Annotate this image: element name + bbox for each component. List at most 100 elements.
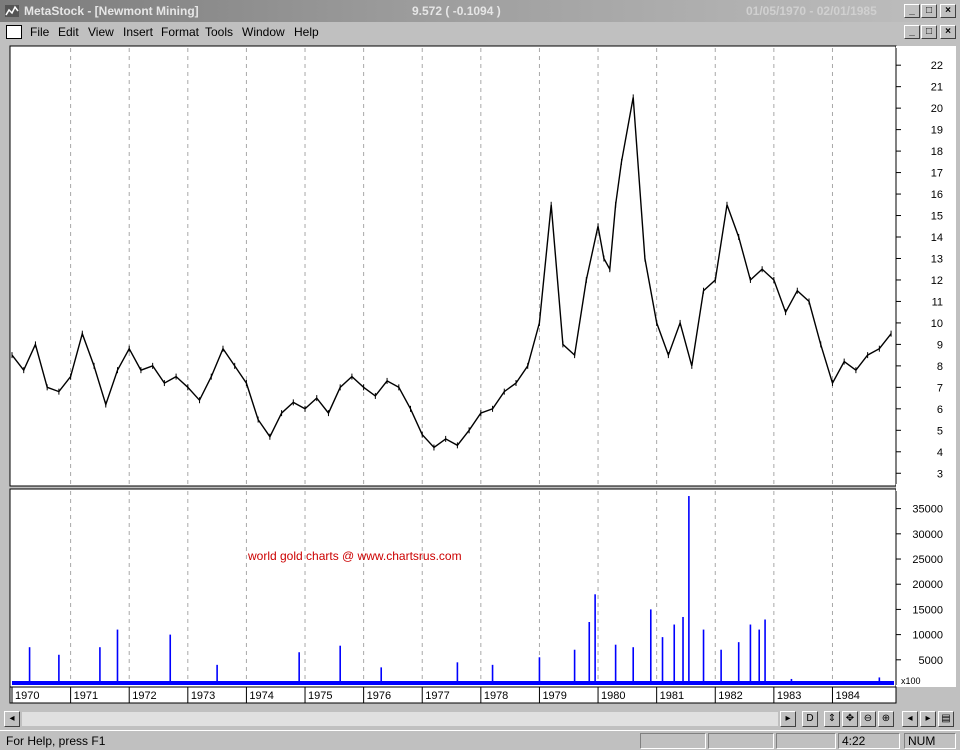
menu-window[interactable]: Window (242, 25, 285, 39)
watermark-text: world gold charts @ www.chartsrus.com (247, 549, 462, 563)
volume-unit-label: x100 (901, 676, 921, 686)
volume-bar-7 (339, 645, 341, 685)
status-cell-empty-2 (708, 733, 774, 749)
volume-bar-4 (169, 634, 172, 685)
price-y-label-11: 11 (932, 296, 943, 308)
x-tick-label-1972: 1972 (132, 690, 156, 702)
price-y-label-15: 15 (931, 211, 943, 223)
menu-insert[interactable]: Insert (123, 25, 153, 39)
volume-bar-2 (99, 647, 101, 685)
volume-bar-30 (878, 677, 881, 685)
price-y-label-22: 22 (931, 60, 943, 72)
volume-bar-25 (749, 624, 752, 685)
volume-bar-5 (216, 664, 218, 685)
volume-panel[interactable] (9, 488, 897, 688)
volume-bar-22 (702, 629, 705, 685)
price-y-label-7: 7 (937, 382, 943, 394)
volume-y-label-35000: 35000 (912, 504, 943, 516)
date-range: 01/05/1970 - 02/01/1985 (746, 4, 877, 18)
menu-edit[interactable]: Edit (58, 25, 79, 39)
volume-bar-10 (491, 664, 494, 685)
pan-icon[interactable]: ✥ (842, 711, 858, 727)
page-right-icon[interactable]: ▸ (920, 711, 936, 727)
price-y-label-6: 6 (937, 404, 943, 416)
x-tick-label-1982: 1982 (718, 690, 742, 702)
price-y-label-4: 4 (937, 447, 943, 459)
metastock-app-icon[interactable] (4, 3, 20, 19)
window-title: MetaStock - [Newmont Mining] (24, 4, 199, 18)
layout-icon[interactable]: ▤ (938, 711, 954, 727)
menu-file[interactable]: File (30, 25, 49, 39)
price-y-label-12: 12 (931, 275, 943, 287)
volume-bar-24 (737, 642, 740, 685)
volume-bar-6 (298, 652, 300, 685)
volume-bar-1 (58, 654, 60, 685)
price-y-label-14: 14 (931, 232, 943, 244)
volume-bar-15 (614, 644, 617, 685)
chart-canvas[interactable]: 1970 1971 1972 1973 1974 1975 1976 1977 1978 1979… (0, 44, 960, 708)
price-y-label-20: 20 (931, 103, 943, 115)
volume-bar-28 (790, 678, 793, 685)
x-tick-label-1984: 1984 (835, 690, 859, 702)
x-tick-label-1978: 1978 (484, 690, 508, 702)
maximize-button[interactable]: □ (921, 4, 937, 18)
volume-bar-18 (661, 637, 664, 685)
price-y-label-19: 19 (931, 125, 943, 137)
zoom-in-icon[interactable]: ⊕ (878, 711, 894, 727)
price-y-label-17: 17 (931, 168, 943, 180)
volume-bar-26 (758, 629, 761, 685)
title-bar: MetaStock - [Newmont Mining] 9.572 ( -0.… (0, 0, 960, 22)
price-y-label-21: 21 (931, 82, 943, 94)
volume-y-label-10000: 10000 (912, 630, 943, 642)
vertical-zoom-icon[interactable]: ⇕ (824, 711, 840, 727)
volume-bar-17 (649, 609, 652, 685)
volume-bar-8 (380, 667, 383, 685)
x-tick-label-1971: 1971 (74, 690, 98, 702)
zoom-out-icon[interactable]: ⊖ (860, 711, 876, 727)
status-time: 4:22 (838, 733, 900, 749)
page-left-icon[interactable]: ◂ (902, 711, 918, 727)
menu-tools[interactable]: Tools (205, 25, 233, 39)
x-tick-label-1977: 1977 (425, 690, 449, 702)
volume-bar-12 (573, 649, 576, 685)
price-y-label-8: 8 (937, 361, 943, 373)
scroll-right-icon[interactable]: ▸ (780, 711, 796, 727)
display-mode-button[interactable]: D (802, 711, 818, 727)
doc-close-button[interactable]: × (940, 25, 956, 39)
price-y-label-13: 13 (931, 253, 943, 265)
volume-bar-19 (673, 624, 676, 685)
price-panel[interactable] (9, 45, 897, 487)
volume-bar-0 (28, 647, 31, 685)
status-cell-empty-1 (640, 733, 706, 749)
x-tick-label-1980: 1980 (601, 690, 625, 702)
price-y-label-9: 9 (937, 339, 943, 351)
menu-bar: File Edit View Insert Format Tools Windo… (0, 22, 960, 42)
horizontal-scrollbar[interactable]: ◂ ▸ D ⇕ ✥ ⊖ ⊕ ◂ ▸ ▤ (4, 711, 956, 728)
minimize-button[interactable]: _ (904, 4, 920, 18)
price-y-label-18: 18 (931, 146, 943, 158)
x-tick-label-1979: 1979 (542, 690, 566, 702)
volume-bar-21 (688, 496, 690, 685)
menu-help[interactable]: Help (294, 25, 319, 39)
volume-bar-27 (764, 619, 766, 685)
close-button[interactable]: × (940, 4, 956, 18)
scroll-track[interactable] (22, 712, 778, 726)
volume-y-label-30000: 30000 (912, 529, 943, 541)
status-num-lock: NUM (904, 733, 956, 749)
volume-y-label-20000: 20000 (912, 579, 943, 591)
x-tick-label-1981: 1981 (660, 690, 684, 702)
volume-y-label-5000: 5000 (919, 655, 943, 667)
volume-bar-23 (720, 649, 722, 685)
doc-minimize-button[interactable]: _ (904, 25, 920, 39)
volume-bar-9 (456, 662, 459, 685)
doc-restore-button[interactable]: □ (921, 25, 937, 39)
menu-view[interactable]: View (88, 25, 114, 39)
scroll-left-icon[interactable]: ◂ (4, 711, 20, 727)
menu-format[interactable]: Format (161, 25, 199, 39)
volume-bar-20 (682, 616, 684, 685)
status-help-text: For Help, press F1 (6, 734, 106, 748)
status-cell-empty-3 (776, 733, 836, 749)
document-icon[interactable] (6, 25, 22, 39)
x-tick-label-1974: 1974 (249, 690, 273, 702)
x-tick-label-1975: 1975 (308, 690, 332, 702)
